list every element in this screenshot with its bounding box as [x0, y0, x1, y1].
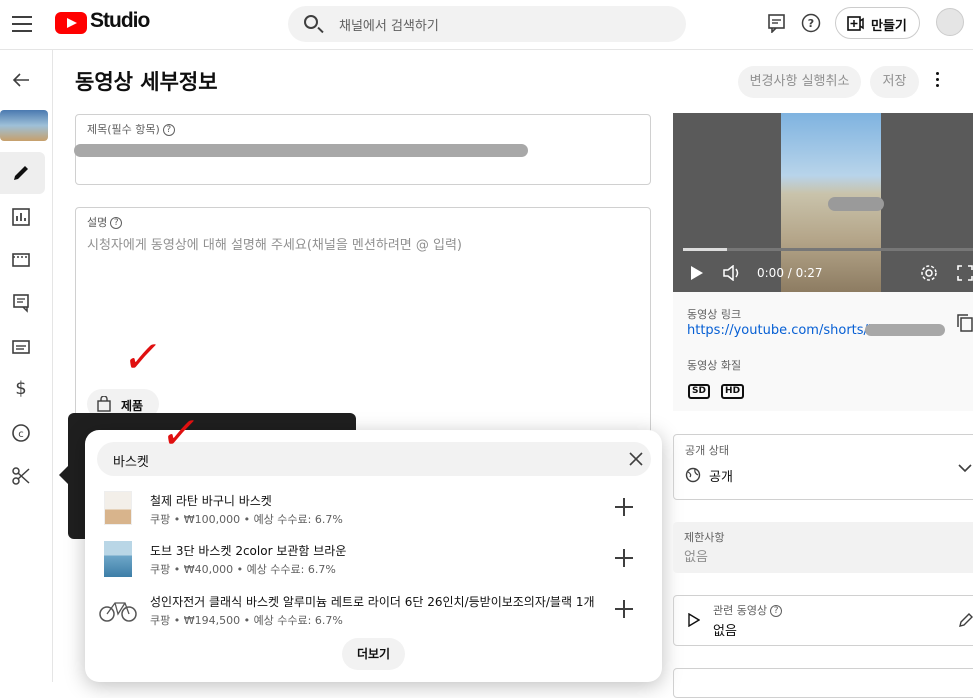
avatar[interactable] [936, 8, 964, 36]
description-field[interactable]: 설명? 시청자에게 동영상에 대해 설명해 주세요(채널을 멘션하려면 @ 입력… [75, 207, 651, 447]
restrictions-label: 제한사항 [684, 531, 725, 544]
copyright-icon[interactable]: c [11, 423, 31, 443]
menu-icon[interactable] [12, 13, 32, 33]
editor-icon[interactable] [11, 250, 31, 270]
comments-icon[interactable] [11, 293, 31, 313]
redacted-overlay [828, 197, 884, 211]
help-icon[interactable]: ? [162, 124, 175, 136]
page-title: 동영상 세부정보 [75, 70, 218, 94]
back-icon[interactable] [11, 70, 31, 90]
quality-badges: SD HD [688, 378, 745, 399]
product-meta: 쿠팡 • ₩194,500 • 예상 수수료: 6.7% [150, 614, 343, 627]
video-player[interactable]: 0:00 / 0:27 [673, 113, 973, 292]
search-icon [304, 15, 318, 29]
add-product-icon[interactable] [615, 600, 633, 618]
visibility-value: 공개 [709, 470, 733, 485]
product-result-row[interactable]: 철제 라탄 바구니 바스켓 쿠팡 • ₩100,000 • 예상 수수료: 6.… [85, 486, 662, 536]
tooltip-arrow [59, 466, 68, 484]
edit-icon[interactable] [958, 612, 973, 628]
close-icon[interactable] [628, 451, 644, 467]
fullscreen-icon[interactable] [957, 265, 973, 281]
video-thumbnail[interactable] [0, 110, 48, 141]
description-input[interactable]: 시청자에게 동영상에 대해 설명해 주세요(채널을 멘션하려면 @ 입력) [87, 234, 462, 253]
shopping-bag-icon [97, 396, 111, 412]
search-bar[interactable]: 채널에서 검색하기 [288, 6, 686, 42]
top-bar: Studio 채널에서 검색하기 ? 만들기 [0, 0, 973, 50]
related-video-label: 관련 동영상 [713, 604, 768, 617]
play-icon[interactable] [691, 266, 703, 280]
related-video-value: 없음 [713, 624, 737, 639]
create-button[interactable]: 만들기 [835, 7, 920, 39]
product-result-row[interactable]: 성인자전거 클래식 바스켓 알루미늄 레트로 라이더 6단 26인치/등받이보조… [85, 587, 662, 637]
products-label: 제품 [121, 399, 144, 413]
product-title: 성인자전거 클래식 바스켓 알루미늄 레트로 라이더 6단 26인치/등받이보조… [150, 595, 595, 609]
product-search-popup: 바스켓 철제 라탄 바구니 바스켓 쿠팡 • ₩100,000 • 예상 수수료… [85, 430, 662, 682]
volume-icon[interactable] [722, 265, 742, 281]
more-options-icon[interactable] [936, 72, 940, 87]
monetization-icon[interactable]: $ [11, 379, 31, 399]
create-icon [847, 16, 864, 31]
analytics-icon[interactable] [11, 207, 31, 227]
svg-text:?: ? [808, 17, 814, 30]
play-outline-icon [688, 613, 700, 627]
search-input[interactable]: 채널에서 검색하기 [339, 15, 439, 34]
youtube-logo-icon[interactable] [55, 12, 87, 34]
time-display: 0:00 / 0:27 [757, 266, 823, 280]
add-product-icon[interactable] [615, 549, 633, 567]
product-meta: 쿠팡 • ₩40,000 • 예상 수수료: 6.7% [150, 563, 336, 576]
product-result-row[interactable]: 도브 3단 바스켓 2color 보관함 브라운 쿠팡 • ₩40,000 • … [85, 536, 662, 586]
more-button[interactable]: 더보기 [342, 638, 405, 670]
create-label: 만들기 [871, 19, 907, 34]
visibility-select[interactable]: 공개 상태 공개 [673, 434, 973, 500]
left-rail: $ c [0, 50, 53, 682]
video-link[interactable]: https://youtube.com/shorts/k [687, 323, 875, 338]
bicycle-thumbnail [99, 602, 137, 622]
video-link-label: 동영상 링크 [687, 308, 742, 321]
hd-badge: HD [721, 384, 745, 399]
visibility-label: 공개 상태 [685, 444, 729, 457]
title-field[interactable]: 제목(필수 항목)? [74, 114, 651, 185]
help-icon[interactable]: ? [770, 605, 783, 617]
edit-icon[interactable] [11, 163, 31, 183]
product-meta: 쿠팡 • ₩100,000 • 예상 수수료: 6.7% [150, 513, 343, 526]
seek-progress [683, 248, 727, 251]
related-video-field[interactable]: 관련 동영상? 없음 [673, 595, 973, 646]
restrictions-value: 없음 [684, 550, 708, 565]
next-field-partial [673, 668, 973, 698]
save-button[interactable]: 저장 [870, 66, 919, 98]
seek-bar[interactable] [683, 248, 973, 251]
title-value-redacted [74, 144, 528, 157]
product-thumbnail [104, 541, 132, 577]
studio-logo-text[interactable]: Studio [90, 9, 150, 33]
title-field-label: 제목(필수 항목) [87, 123, 160, 136]
product-search-input[interactable]: 바스켓 [113, 451, 149, 470]
product-title: 철제 라탄 바구니 바스켓 [150, 494, 272, 508]
video-quality-label: 동영상 화질 [687, 359, 742, 372]
help-icon[interactable]: ? [801, 13, 821, 33]
copy-icon[interactable] [957, 314, 973, 332]
help-icon[interactable]: ? [110, 217, 123, 229]
settings-icon[interactable] [920, 264, 938, 282]
product-thumbnail [104, 491, 132, 525]
clips-icon[interactable] [11, 466, 31, 486]
feedback-icon[interactable] [767, 13, 787, 33]
sd-badge: SD [688, 384, 710, 399]
globe-icon [685, 467, 701, 483]
restrictions-field: 제한사항 없음 [673, 522, 973, 573]
video-info-panel: 동영상 링크 https://youtube.com/shorts/k 동영상 … [673, 292, 973, 411]
add-product-icon[interactable] [615, 498, 633, 516]
product-title: 도브 3단 바스켓 2color 보관함 브라운 [150, 544, 347, 558]
description-field-label: 설명 [87, 216, 108, 229]
link-redacted [865, 324, 945, 336]
svg-text:c: c [18, 429, 24, 440]
chevron-down-icon[interactable] [958, 463, 972, 473]
undo-changes-button[interactable]: 변경사항 실행취소 [738, 66, 861, 98]
subtitles-icon[interactable] [11, 337, 31, 357]
